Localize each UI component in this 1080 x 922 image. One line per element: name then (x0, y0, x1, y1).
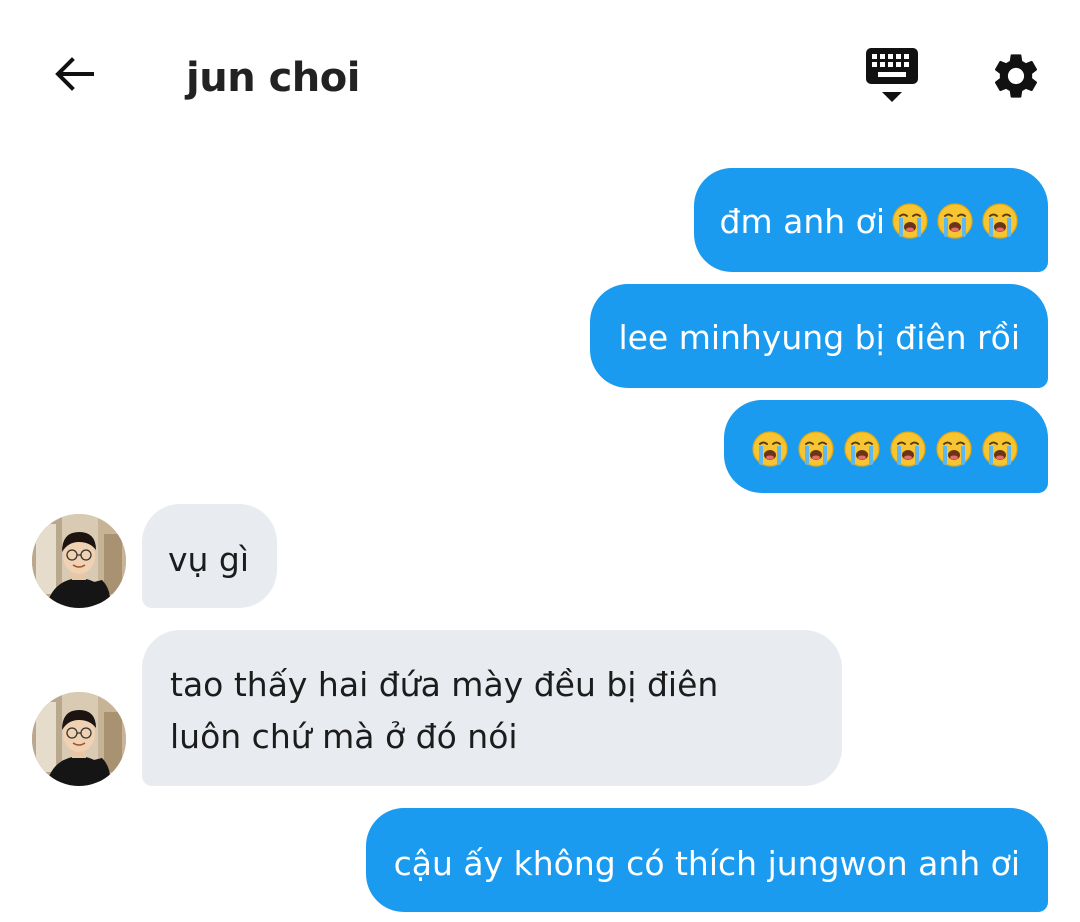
message-text: cậu ấy không có thích jungwon anh ơi (393, 843, 1020, 883)
loudly-crying-face-icon (796, 428, 836, 468)
back-button[interactable] (44, 44, 104, 104)
gear-icon (994, 54, 1038, 98)
arrow-left-icon (55, 57, 94, 91)
message-bubble-outgoing[interactable] (724, 400, 1048, 493)
loudly-crying-face-icon (890, 200, 930, 240)
loudly-crying-face-icon (934, 428, 974, 468)
settings-button[interactable] (984, 44, 1048, 108)
avatar[interactable] (32, 692, 126, 786)
avatar[interactable] (32, 514, 126, 608)
contact-name: jun choi (186, 55, 360, 101)
loudly-crying-face-icon (842, 428, 882, 468)
keyboard-hide-icon (866, 48, 918, 102)
loudly-crying-face-icon (935, 200, 975, 240)
chat-screen: jun choi đm anh ơi lee minhyung bị điên … (0, 0, 1080, 922)
loudly-crying-face-icon (750, 428, 790, 468)
message-bubble-outgoing[interactable]: lee minhyung bị điên rồi (590, 284, 1048, 388)
message-text: vụ gì (168, 539, 250, 579)
keyboard-toggle-button[interactable] (860, 44, 924, 108)
loudly-crying-face-icon (888, 428, 928, 468)
loudly-crying-face-icon (980, 200, 1020, 240)
message-bubble-incoming[interactable]: tao thấy hai đứa mày đều bị điên luôn ch… (142, 630, 842, 786)
contact-photo (32, 514, 126, 608)
message-bubble-outgoing[interactable]: cậu ấy không có thích jungwon anh ơi (365, 808, 1048, 912)
contact-photo (32, 692, 126, 786)
message-bubble-outgoing[interactable]: đm anh ơi (693, 168, 1048, 272)
message-text: đm anh ơi (719, 201, 885, 241)
loudly-crying-face-icon (980, 428, 1020, 468)
message-bubble-incoming[interactable]: vụ gì (142, 504, 278, 608)
chat-header: jun choi (0, 0, 1080, 150)
message-text: lee minhyung bị điên rồi (618, 317, 1020, 357)
message-text: tao thấy hai đứa mày đều bị điên luôn ch… (170, 665, 719, 756)
